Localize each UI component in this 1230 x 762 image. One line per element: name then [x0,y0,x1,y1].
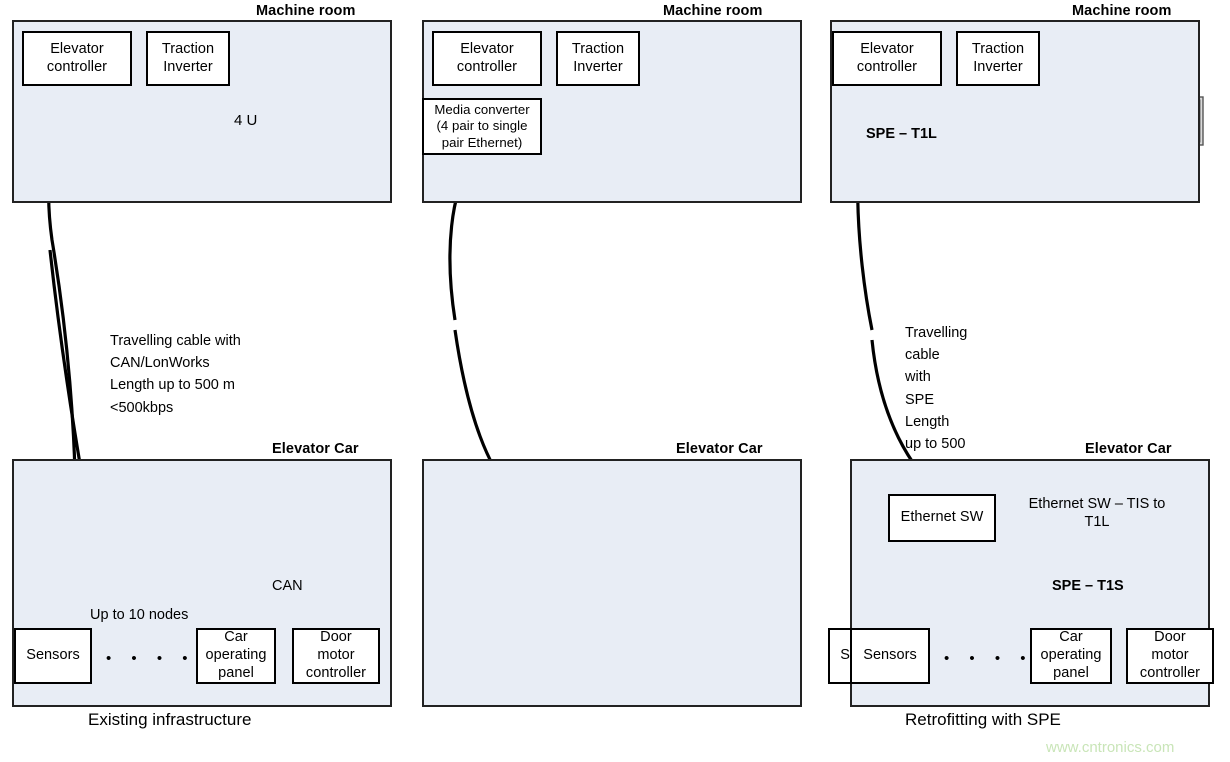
car-operating-panel-box[interactable]: Car operating panel [1030,628,1112,684]
travelling-cable-note: Travelling cable with CAN/LonWorks Lengt… [110,333,241,416]
four-u-label: 4 U [234,112,258,129]
bus-protocol-label-panel-3: SPE – T1S [1052,578,1124,594]
panel-caption: Existing infrastructure [88,710,252,729]
elevator-car-title: Elevator Car [272,441,359,457]
panel-existing-infrastructure: Machine room Elevator controller Tractio… [0,0,410,762]
traction-inverter-box[interactable]: Traction Inverter [556,31,640,86]
elevator-controller-box[interactable]: Elevator controller [22,31,132,86]
nodes-count-label: Up to 10 nodes [90,607,189,623]
sensors-box[interactable]: Sensors [14,628,92,684]
ethernet-switch-box[interactable]: Ethernet SW [888,494,996,542]
sensors-box[interactable]: Sensors [850,628,930,684]
ethernet-sw-note: Ethernet SW – TIS to T1L [1028,496,1166,531]
bus-protocol-label: CAN [272,578,303,594]
elevator-controller-box[interactable]: Elevator controller [832,31,942,86]
media-converter-box[interactable]: Media converter (4 pair to single pair E… [422,98,542,155]
elevator-controller-box[interactable]: Elevator controller [432,31,542,86]
elevator-car-box [422,459,802,707]
traction-inverter-box[interactable]: Traction Inverter [956,31,1040,86]
door-motor-controller-box[interactable]: Door motor controller [1126,628,1214,684]
spe-t1l-label: SPE – T1L [866,126,937,142]
elevator-car-title: Elevator Car [676,441,763,457]
machine-room-title: Machine room [1072,3,1172,19]
machine-room-title: Machine room [663,3,763,19]
site-watermark: www.cntronics.com [1046,739,1175,756]
panel-future-architecture-with-spe: Machine room Elevator controller Tractio… [820,0,1230,762]
door-motor-controller-box[interactable]: Door motor controller [292,628,380,684]
machine-room-title: Machine room [256,3,356,19]
traction-inverter-box[interactable]: Traction Inverter [146,31,230,86]
elevator-car-title: Elevator Car [1085,441,1172,457]
car-operating-panel-box[interactable]: Car operating panel [196,628,276,684]
